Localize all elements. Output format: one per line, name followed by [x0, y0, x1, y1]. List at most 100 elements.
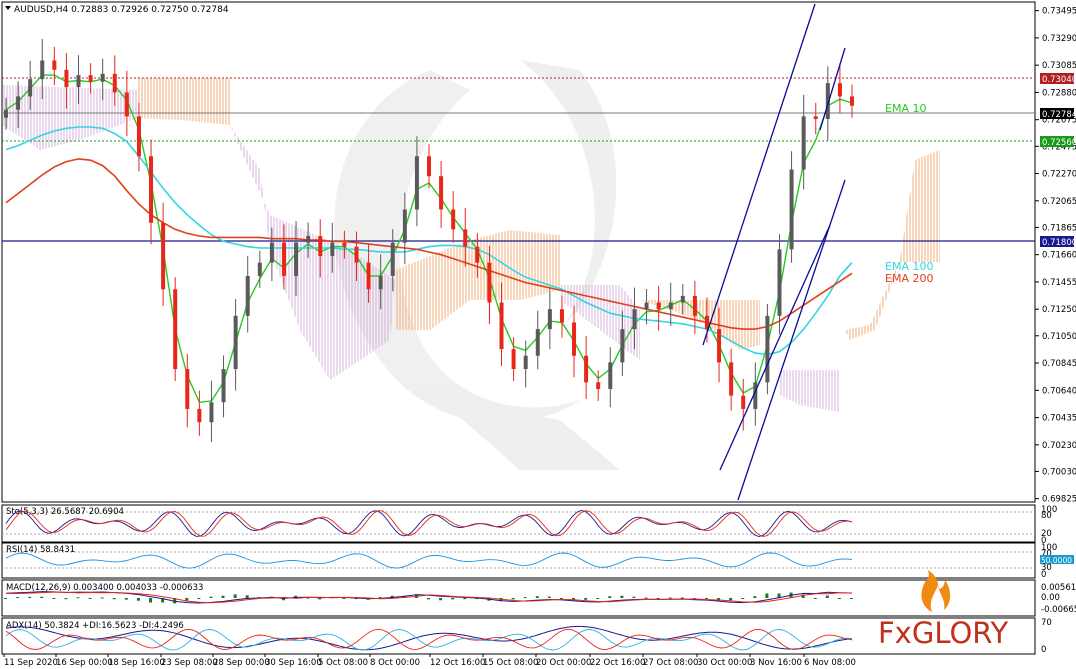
candle-body — [439, 176, 444, 210]
macd-histogram-bar — [608, 596, 612, 598]
candle-body — [366, 262, 371, 290]
macd-histogram-bar — [245, 595, 249, 598]
time-tick-label: 6 Nov 08:00 — [804, 658, 856, 668]
candle-body — [136, 116, 141, 157]
macd-histogram-bar — [427, 598, 430, 600]
price-tick-label: 0.72880 — [1042, 88, 1076, 98]
candle-body — [813, 116, 818, 120]
price-tick-label: 0.73085 — [1042, 61, 1076, 71]
candle-body — [161, 222, 166, 290]
macd-histogram-bar — [825, 595, 829, 598]
candle-body — [76, 75, 81, 88]
candle-body — [100, 73, 105, 82]
sto-panel: Sto(5,3,3) 26.5687 20.6904 100 80 20 0 — [1, 504, 1057, 546]
support-tag: 0.72560 — [1042, 138, 1076, 148]
time-tick-label: 20 Oct 00:00 — [536, 658, 591, 668]
macd-histogram-bar — [16, 597, 20, 599]
candle-body — [427, 156, 431, 177]
candle-body — [294, 242, 299, 276]
dropdown-triangle-icon[interactable] — [5, 6, 11, 10]
candle-body — [16, 96, 21, 110]
candle-body — [620, 329, 625, 363]
candle-body — [789, 169, 794, 250]
macd-histogram-bar — [596, 598, 600, 599]
candle-body — [692, 295, 697, 316]
price-tick-label: 0.70230 — [1042, 441, 1076, 451]
candle-body — [608, 362, 613, 389]
candle-body — [717, 329, 722, 363]
macd-histogram-bar — [28, 596, 32, 598]
candle-body — [837, 83, 842, 97]
svg-text:70: 70 — [1041, 618, 1052, 628]
cloud-orange-4 — [845, 150, 940, 340]
candle-body — [511, 349, 516, 370]
time-tick-label: 5 Oct 08:00 — [318, 658, 368, 668]
cloud-lilac-4 — [780, 370, 840, 412]
channel-upper — [702, 3, 816, 346]
candle-body — [149, 156, 154, 223]
candle-body — [632, 309, 637, 330]
svg-text:-0.006659: -0.006659 — [1041, 605, 1076, 615]
candle-body — [850, 96, 854, 106]
candle-body — [644, 302, 649, 310]
macd-histogram-bar — [52, 598, 56, 599]
candle-body — [584, 355, 589, 383]
candle-body — [28, 79, 33, 97]
macd-histogram-bar — [765, 593, 769, 598]
candle-body — [729, 362, 734, 396]
macd-histogram-bar — [451, 598, 455, 600]
svg-text:0: 0 — [1041, 570, 1046, 580]
macd-histogram-bar — [584, 598, 588, 600]
adx-label: ADX(14) 50.3824 +DI:16.5623 -DI:4.2496 — [6, 621, 184, 631]
macd-histogram-bar — [76, 597, 80, 599]
ema200-legend: EMA 200 — [885, 272, 933, 285]
price-tick-label: 0.71865 — [1042, 223, 1076, 233]
candle-body — [475, 246, 480, 263]
logo-text: FxGLORY — [878, 616, 1009, 650]
candle-body — [257, 262, 262, 276]
price-tick-label: 0.69825 — [1042, 495, 1076, 505]
macd-histogram-bar — [149, 598, 153, 603]
time-tick-label: 18 Sep 16:00 — [108, 658, 165, 668]
macd-histogram-bar — [511, 598, 515, 600]
candle-body — [52, 60, 57, 70]
macd-histogram-bar — [100, 597, 104, 599]
ichimoku-cloud — [2, 78, 940, 412]
macd-histogram-bar — [680, 597, 684, 599]
candle-body — [451, 209, 456, 230]
candle-body — [330, 242, 335, 256]
time-tick-label: 11 Sep 2020 — [4, 658, 58, 668]
price-tick-label: 0.71050 — [1042, 332, 1076, 342]
macd-histogram-bar — [40, 596, 44, 598]
macd-histogram-bar — [112, 598, 116, 600]
macd-histogram-bar — [620, 595, 624, 598]
macd-histogram-bar — [837, 598, 841, 599]
macd-panel: MACD(12,26,9) 0.003400 0.004033 -0.00063… — [1, 579, 1076, 617]
ema10-legend: EMA 10 — [885, 102, 926, 115]
macd-histogram-bar — [233, 594, 237, 598]
candle-body — [342, 242, 347, 247]
time-axis: 11 Sep 202016 Sep 00:0018 Sep 16:0023 Se… — [3, 654, 856, 668]
price-tick-label: 0.70030 — [1042, 467, 1076, 477]
time-tick-label: 15 Oct 08:00 — [483, 658, 538, 668]
channel-mid-lower — [719, 224, 831, 471]
candle-body — [88, 75, 93, 82]
candle-body — [656, 302, 661, 310]
price-tags: 0.73040 0.72784 0.72560 0.71800 — [1040, 73, 1076, 248]
time-tick-label: 23 Sep 08:00 — [161, 658, 218, 668]
candle-body — [572, 322, 577, 356]
candle-body — [535, 329, 540, 356]
price-tick-label: 0.72270 — [1042, 170, 1076, 180]
macd-histogram-bar — [668, 597, 672, 599]
candle-body — [777, 249, 782, 316]
price-tick-label: 0.70435 — [1042, 414, 1076, 424]
candle-body — [499, 302, 504, 350]
candle-body — [281, 242, 286, 276]
macd-histogram-bar — [4, 598, 7, 599]
price-tick-label: 0.71250 — [1042, 305, 1076, 315]
candle-body — [523, 355, 528, 370]
candle-body — [559, 309, 564, 323]
macd-histogram-bar — [523, 597, 527, 599]
price-tick-label: 0.73290 — [1042, 34, 1076, 44]
svg-text:0.005615: 0.005615 — [1041, 583, 1076, 593]
